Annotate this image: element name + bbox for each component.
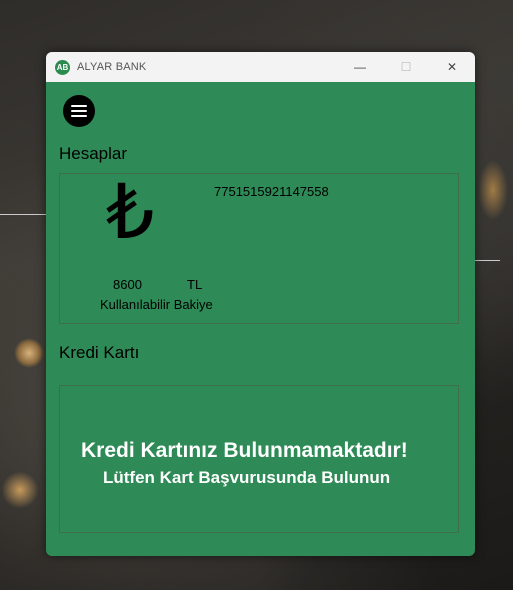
menu-button[interactable] (63, 95, 95, 127)
balance-amount: 8600 (113, 277, 142, 292)
close-button[interactable]: ✕ (429, 52, 475, 82)
apply-card-message: Lütfen Kart Başvurusunda Bulunun (103, 468, 391, 487)
app-logo-icon: AB (55, 59, 70, 75)
turkish-lira-icon: ₺ (106, 167, 155, 256)
accounts-heading: Hesaplar (59, 144, 128, 163)
background-light (14, 338, 44, 368)
credit-card-heading: Kredi Kartı (59, 343, 140, 362)
no-card-message: Kredi Kartınız Bulunmamaktadır! (81, 439, 408, 462)
background-light (478, 160, 508, 220)
balance-currency: TL (187, 277, 203, 292)
background-light (0, 470, 40, 510)
account-card[interactable]: ₺ 7751515921147558 8600 TL Kullanılabili… (59, 173, 459, 324)
credit-card-panel: Kredi Kartınız Bulunmamaktadır! Lütfen K… (59, 385, 459, 533)
app-window: AB ALYAR BANK — ☐ ✕ Hesaplar ₺ 775151592… (46, 52, 475, 556)
maximize-button[interactable]: ☐ (383, 52, 429, 82)
background-line (475, 260, 500, 261)
title-bar[interactable]: AB ALYAR BANK — ☐ ✕ (46, 52, 475, 82)
balance-label: Kullanılabilir Bakiye (100, 297, 213, 312)
background-line (0, 214, 46, 215)
account-number: 7751515921147558 (214, 184, 329, 199)
hamburger-menu-icon (71, 102, 87, 120)
window-title: ALYAR BANK (77, 61, 147, 73)
minimize-button[interactable]: — (337, 52, 383, 82)
